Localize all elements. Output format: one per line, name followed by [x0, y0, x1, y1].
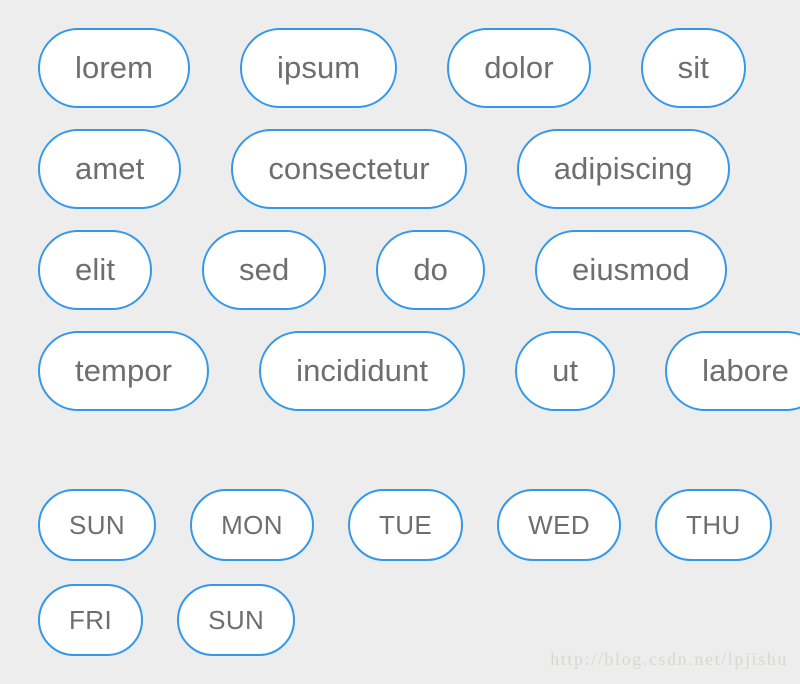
chip-row: FRI SUN [38, 584, 800, 656]
chip-ut[interactable]: ut [515, 331, 616, 411]
chip-day-sun[interactable]: SUN [38, 489, 157, 561]
chip-tag-page: lorem ipsum dolor sit amet consectetur a… [0, 0, 800, 684]
chip-sit[interactable]: sit [640, 28, 746, 108]
chip-elit[interactable]: elit [38, 230, 153, 310]
chip-day-tue[interactable]: TUE [347, 489, 464, 561]
chip-row: lorem ipsum dolor sit [38, 28, 800, 108]
chip-sed[interactable]: sed [202, 230, 327, 310]
chip-eiusmod[interactable]: eiusmod [535, 230, 727, 310]
chip-tempor[interactable]: tempor [38, 331, 210, 411]
chip-incididunt[interactable]: incididunt [259, 331, 466, 411]
chip-day-sun-2[interactable]: SUN [177, 584, 296, 656]
chip-labore[interactable]: labore [665, 331, 800, 411]
chip-do[interactable]: do [376, 230, 486, 310]
word-chip-section: lorem ipsum dolor sit amet consectetur a… [0, 0, 800, 411]
watermark-url: http://blog.csdn.net/lpjishu [550, 649, 788, 669]
chip-day-fri[interactable]: FRI [38, 584, 144, 656]
section-divider-space [0, 411, 800, 477]
chip-ipsum[interactable]: ipsum [240, 28, 398, 108]
chip-row: elit sed do eiusmod [38, 230, 800, 310]
chip-lorem[interactable]: lorem [38, 28, 191, 108]
chip-dolor[interactable]: dolor [447, 28, 591, 108]
weekday-chip-section: SUN MON TUE WED THU FRI SUN [0, 477, 800, 656]
chip-day-mon[interactable]: MON [190, 489, 314, 561]
chip-row: SUN MON TUE WED THU [38, 489, 800, 561]
chip-day-wed[interactable]: WED [497, 489, 622, 561]
chip-day-thu[interactable]: THU [655, 489, 772, 561]
chip-row: tempor incididunt ut labore [38, 331, 800, 411]
chip-amet[interactable]: amet [38, 129, 182, 209]
chip-consectetur[interactable]: consectetur [231, 129, 467, 209]
chip-row: amet consectetur adipiscing [38, 129, 800, 209]
chip-adipiscing[interactable]: adipiscing [516, 129, 730, 209]
